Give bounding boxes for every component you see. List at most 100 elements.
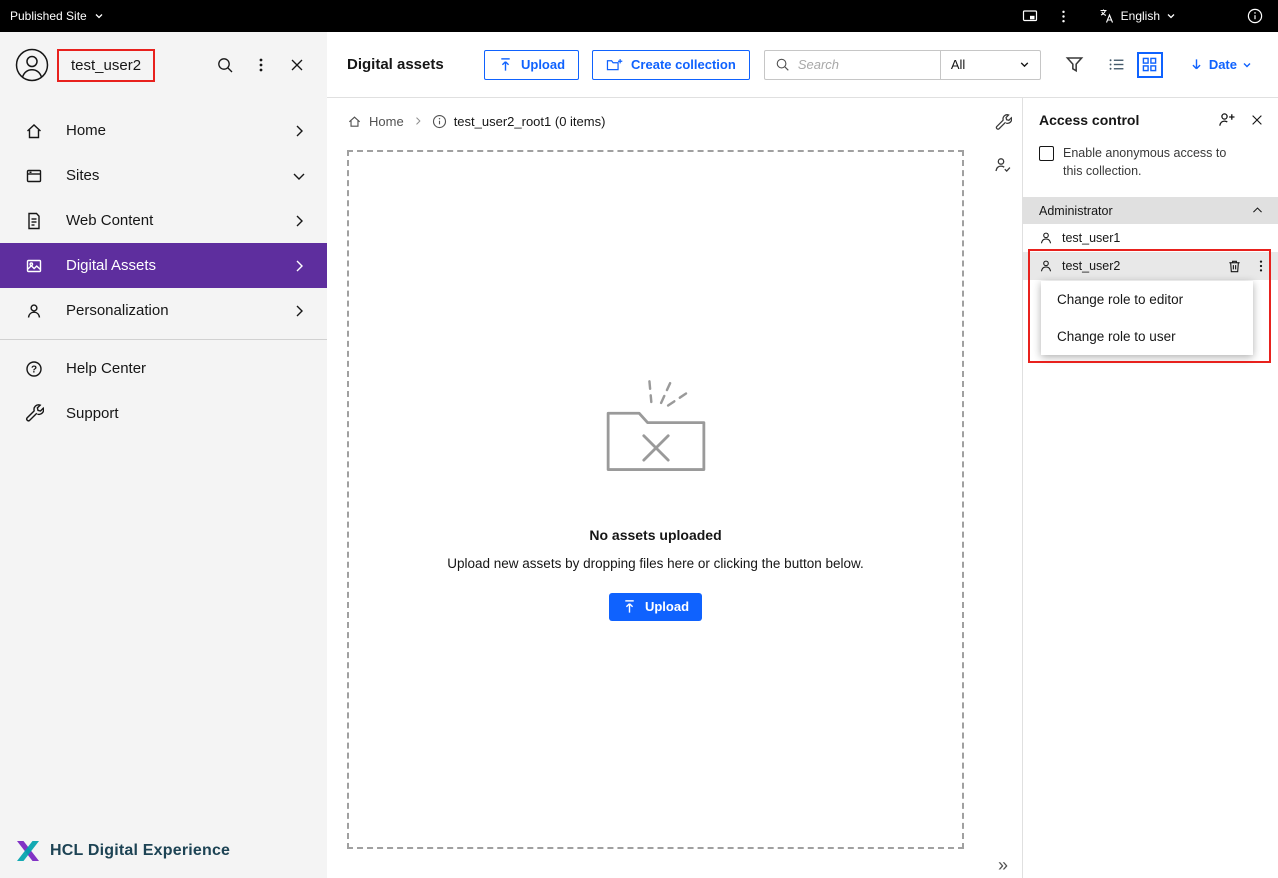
access-control-panel: Access control Enable anonymous access t… [1022,98,1278,878]
site-switcher[interactable]: Published Site [10,9,104,23]
language-selector[interactable]: English [1099,8,1176,24]
sidebar: test_user2 Home [0,32,327,878]
breadcrumb-home[interactable]: Home [347,114,404,129]
upload-button[interactable]: Upload [484,50,579,80]
chevron-right-icon [291,258,307,274]
side-tools-strip: » [984,98,1022,878]
breadcrumb-home-label: Home [369,114,404,129]
page-title: Digital assets [347,56,444,73]
breadcrumb: Home test_user2_root1 (0 items) [347,108,964,134]
overflow-menu-icon[interactable] [243,47,279,83]
delete-member-trash-icon[interactable] [1227,259,1242,274]
person-icon [1039,231,1053,245]
search-scope-dropdown[interactable]: All [940,51,1040,79]
upload-button-primary[interactable]: Upload [609,593,702,621]
search-icon [775,57,790,72]
arrow-down-icon [1189,57,1204,72]
member-name: test_user1 [1062,231,1120,245]
asset-tools-wrench-icon[interactable] [994,114,1012,132]
topbar-actions: English [1013,0,1272,32]
collapse-panel-icon[interactable]: » [984,855,1022,876]
create-collection-button[interactable]: Create collection [592,50,750,80]
sort-label: Date [1209,57,1237,72]
site-switcher-label: Published Site [10,9,87,23]
member-row-test-user1[interactable]: test_user1 [1023,224,1278,252]
sidebar-item-digital-assets[interactable]: Digital Assets [0,243,327,288]
sidebar-item-support[interactable]: Support [0,391,327,436]
asset-drop-zone[interactable]: No assets uploaded Upload new assets by … [347,150,964,849]
search-icon[interactable] [207,47,243,83]
menu-item-change-role-editor[interactable]: Change role to editor [1041,281,1253,318]
sidebar-item-help-center[interactable]: ? Help Center [0,346,327,391]
document-icon [24,211,44,231]
person-icon [1039,259,1053,273]
anonymous-access-label: Enable anonymous access to this collecti… [1063,144,1245,180]
sidebar-item-label: Home [66,122,291,139]
sidebar-item-home[interactable]: Home [0,108,327,153]
chevron-down-icon [94,11,104,21]
create-collection-label: Create collection [631,57,736,72]
list-view-button[interactable] [1104,52,1130,78]
access-panel-title: Access control [1039,112,1204,128]
main-area: Digital assets Upload Create collection [327,32,1278,878]
anonymous-access-row: Enable anonymous access to this collecti… [1023,137,1278,190]
info-icon[interactable] [432,114,447,129]
add-user-icon[interactable] [1218,111,1236,128]
access-panel-header: Access control [1023,98,1278,137]
preview-screen-icon[interactable] [1013,0,1047,32]
anonymous-access-checkbox[interactable] [1039,146,1054,161]
chevron-down-icon [1019,59,1030,70]
menu-item-change-role-user[interactable]: Change role to user [1041,318,1253,355]
upload-icon [622,599,637,614]
chevron-right-icon [291,303,307,319]
sidebar-item-label: Web Content [66,212,291,229]
info-icon[interactable] [1238,0,1272,32]
home-icon [347,114,362,129]
hcl-dx-logo [16,840,40,862]
upload-button-primary-label: Upload [645,599,689,614]
member-overflow-menu-icon[interactable] [1254,259,1268,273]
breadcrumb-current-label: test_user2_root1 (0 items) [454,114,606,129]
filter-icon[interactable] [1065,55,1084,74]
sidebar-item-label: Support [66,405,307,422]
search-scope-value: All [951,57,965,72]
sidebar-item-personalization[interactable]: Personalization [0,288,327,333]
sidebar-item-web-content[interactable]: Web Content [0,198,327,243]
sidebar-actions [207,47,315,83]
main-header: Digital assets Upload Create collection [327,32,1278,98]
upload-button-label: Upload [521,57,565,72]
role-section-administrator[interactable]: Administrator [1023,197,1278,224]
home-icon [24,121,44,141]
grid-view-button[interactable] [1137,52,1163,78]
role-section-label: Administrator [1039,204,1113,218]
empty-folder-icon [595,379,717,485]
close-icon[interactable] [1250,113,1264,127]
chevron-right-icon [291,123,307,139]
sidebar-header: test_user2 [0,32,327,98]
sidebar-item-label: Personalization [66,302,291,319]
sidebar-item-sites[interactable]: Sites [0,153,327,198]
access-control-user-icon[interactable] [994,156,1012,174]
assets-content: Home test_user2_root1 (0 items) [327,98,984,878]
sort-control[interactable]: Date [1189,57,1252,72]
overflow-menu-icon[interactable] [1047,0,1081,32]
help-icon: ? [24,359,44,379]
chevron-up-icon [1251,204,1264,217]
view-toggle [1104,52,1163,78]
sidebar-item-label: Digital Assets [66,257,291,274]
image-icon [24,256,44,276]
person-icon [24,301,44,321]
sidebar-item-label: Help Center [66,360,307,377]
chevron-down-icon [291,168,307,184]
user-avatar-icon[interactable] [14,47,50,83]
empty-state-title: No assets uploaded [589,527,721,543]
search-input[interactable] [798,57,940,72]
sites-icon [24,166,44,186]
current-username: test_user2 [57,49,155,82]
sidebar-item-label: Sites [66,167,291,184]
app-body: test_user2 Home [0,32,1278,878]
close-icon[interactable] [279,47,315,83]
sidebar-divider [0,339,327,340]
member-row-test-user2[interactable]: test_user2 [1023,252,1278,280]
brand-footer: HCL Digital Experience [0,840,327,878]
